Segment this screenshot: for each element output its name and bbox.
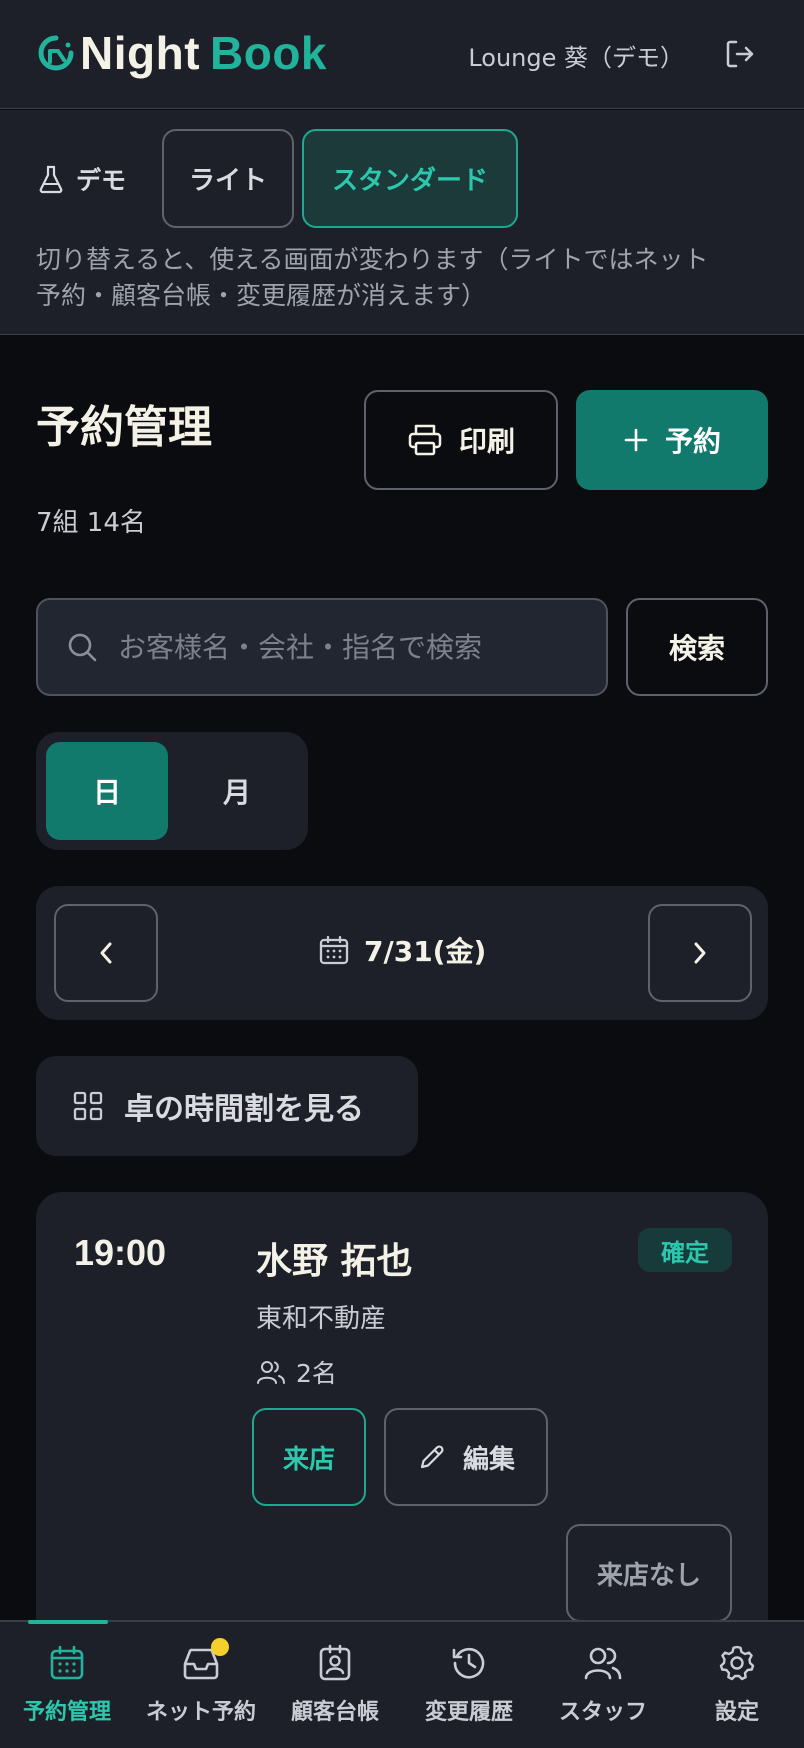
plus-icon xyxy=(623,427,649,453)
plan-lite-button[interactable]: ライト xyxy=(162,129,294,228)
search-input[interactable] xyxy=(118,630,606,664)
demo-label-text: デモ xyxy=(76,166,127,195)
nav-staff-label: スタッフ xyxy=(558,1700,647,1725)
nav-online-booking-label: ネット予約 xyxy=(145,1700,256,1725)
pencil-icon xyxy=(417,1442,447,1472)
nav-settings-label: 設定 xyxy=(714,1700,759,1725)
date-navigator: 7/31(金) xyxy=(36,886,768,1020)
app-header: Night Book Lounge 葵（デモ） xyxy=(0,0,804,109)
next-day-button[interactable] xyxy=(648,904,752,1002)
view-month-tab[interactable]: 月 xyxy=(176,742,298,840)
nav-change-history[interactable]: 変更履歴 xyxy=(402,1622,536,1748)
party-size: 2名 xyxy=(256,1354,337,1390)
gear-icon xyxy=(718,1644,756,1682)
logo-night-text: Night xyxy=(80,27,201,79)
current-date[interactable]: 7/31(金) xyxy=(318,930,486,970)
table-timetable-label: 卓の時間割を見る xyxy=(124,1092,364,1127)
print-button[interactable]: 印刷 xyxy=(364,390,558,490)
customer-company: 東和不動産 xyxy=(256,1304,387,1334)
nav-customer-ledger-label: 顧客台帳 xyxy=(290,1700,379,1725)
logout-icon xyxy=(726,40,754,68)
users-icon xyxy=(583,1644,623,1682)
inbox-icon xyxy=(181,1638,229,1682)
printer-icon xyxy=(407,423,443,457)
demo-plan-note: 切り替えると、使える画面が変わります（ライトではネット予約・顧客台帳・変更履歴が… xyxy=(36,245,709,310)
flask-icon xyxy=(38,164,64,194)
check-in-button[interactable]: 来店 xyxy=(252,1408,366,1506)
status-badge: 確定 xyxy=(638,1228,732,1272)
nav-reservations[interactable]: 予約管理 xyxy=(0,1620,134,1748)
users-icon xyxy=(256,1359,286,1385)
chevron-right-icon xyxy=(694,942,706,964)
nav-settings[interactable]: 設定 xyxy=(670,1622,804,1748)
logout-button[interactable] xyxy=(722,36,758,72)
edit-reservation-label: 編集 xyxy=(462,1444,515,1475)
calendar-icon xyxy=(318,934,350,966)
page-title: 予約管理 xyxy=(36,402,212,453)
notification-badge xyxy=(211,1638,229,1656)
edit-reservation-button[interactable]: 編集 xyxy=(384,1408,548,1506)
demo-label: デモ xyxy=(38,161,126,197)
search-box xyxy=(36,598,608,696)
contact-book-icon xyxy=(317,1644,353,1682)
nav-reservations-label: 予約管理 xyxy=(22,1700,111,1725)
current-date-label: 7/31(金) xyxy=(364,935,487,968)
bottom-navigation: 予約管理 ネット予約 顧客台帳 変更履歴 スタッフ 設定 xyxy=(0,1620,804,1748)
grid-icon xyxy=(72,1090,104,1122)
party-size-label: 2名 xyxy=(296,1359,337,1388)
nav-online-booking[interactable]: ネット予約 xyxy=(134,1622,268,1748)
chevron-left-icon xyxy=(100,942,112,964)
view-day-tab[interactable]: 日 xyxy=(46,742,168,840)
previous-day-button[interactable] xyxy=(54,904,158,1002)
add-reservation-label: 予約 xyxy=(664,425,721,458)
customer-name: 水野 拓也 xyxy=(256,1241,413,1282)
nav-customer-ledger[interactable]: 顧客台帳 xyxy=(268,1622,402,1748)
search-button[interactable]: 検索 xyxy=(626,598,768,696)
demo-plan-section: デモ ライト スタンダード 切り替えると、使える画面が変わります（ライトではネッ… xyxy=(0,110,804,335)
plan-standard-button[interactable]: スタンダード xyxy=(302,129,518,228)
table-timetable-button[interactable]: 卓の時間割を見る xyxy=(36,1056,418,1156)
history-icon xyxy=(450,1644,488,1682)
logo-book-text: Book xyxy=(210,27,328,79)
nav-staff[interactable]: スタッフ xyxy=(536,1622,670,1748)
reservation-count: 7組 14名 xyxy=(36,508,146,538)
nav-change-history-label: 変更履歴 xyxy=(424,1700,513,1725)
active-indicator xyxy=(28,1620,108,1624)
store-user-label: Lounge 葵（デモ） xyxy=(468,44,684,72)
calendar-icon xyxy=(48,1644,86,1682)
nightbook-logo[interactable]: Night Book xyxy=(36,28,327,78)
search-icon xyxy=(66,631,98,663)
no-show-button[interactable]: 来店なし xyxy=(566,1524,732,1622)
print-button-label: 印刷 xyxy=(458,425,515,458)
logo-mark-icon xyxy=(36,33,76,73)
view-toggle: 日 月 xyxy=(36,732,308,850)
reservation-time: 19:00 xyxy=(74,1232,167,1273)
add-reservation-button[interactable]: 予約 xyxy=(576,390,768,490)
